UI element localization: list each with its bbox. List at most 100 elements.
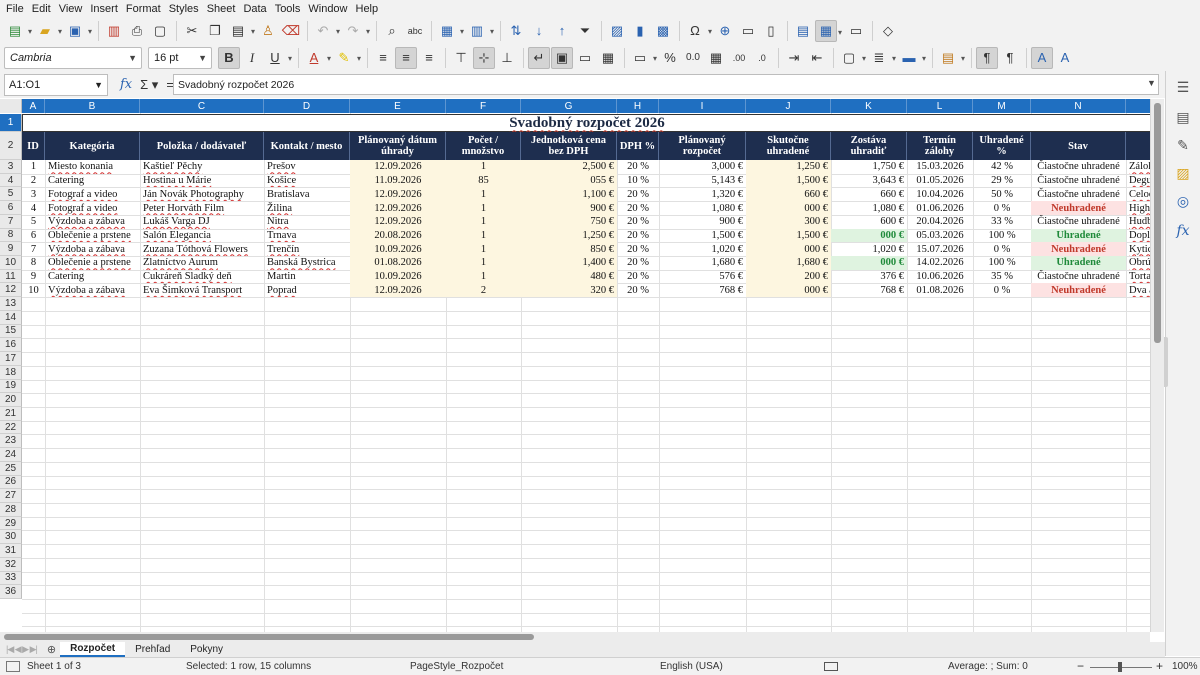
- header-cell[interactable]: Termín zálohy: [907, 132, 973, 160]
- table-cell[interactable]: 750 €: [521, 214, 617, 229]
- save-icon[interactable]: ▣: [64, 20, 92, 42]
- table-cell[interactable]: 900 €: [521, 201, 617, 215]
- table-cell[interactable]: 10: [22, 283, 45, 297]
- center-vertically-icon[interactable]: ⊹: [473, 46, 495, 69]
- sort-ascending-icon[interactable]: ↓: [528, 20, 550, 42]
- table-cell[interactable]: 12.09.2026: [350, 160, 446, 174]
- horizontal-scrollbar[interactable]: [0, 632, 1150, 642]
- table-cell[interactable]: Banská Bystrica: [264, 256, 350, 270]
- split-window-icon[interactable]: ▭: [845, 20, 867, 42]
- table-cell[interactable]: 8: [22, 256, 45, 270]
- align-center-icon[interactable]: ≡: [395, 46, 417, 69]
- column-header[interactable]: A: [22, 99, 45, 113]
- table-cell[interactable]: Výzdoba a zábava: [45, 242, 140, 256]
- align-bottom-icon[interactable]: ⊥: [496, 47, 518, 69]
- column-header[interactable]: B: [45, 99, 140, 113]
- increase-indent-icon[interactable]: ⇥: [783, 47, 805, 69]
- table-cell[interactable]: 1: [446, 187, 521, 202]
- table-cell[interactable]: 850 €: [521, 242, 617, 257]
- row-header[interactable]: 31: [0, 544, 22, 558]
- row-header[interactable]: 18: [0, 365, 22, 380]
- header-cell[interactable]: Plánovaný rozpočet: [659, 132, 746, 160]
- table-cell[interactable]: Uhradené: [1031, 256, 1126, 270]
- table-cell[interactable]: 000 €: [746, 242, 831, 257]
- font-color-icon[interactable]: A: [303, 47, 331, 69]
- table-cell[interactable]: Fotograf a video: [45, 187, 140, 201]
- table-cell[interactable]: 2: [446, 283, 521, 298]
- decrease-indent-icon[interactable]: ⇤: [806, 47, 828, 69]
- table-cell[interactable]: 300 €: [746, 214, 831, 229]
- tab-pokyny[interactable]: Pokyny: [180, 642, 233, 657]
- row-header[interactable]: 4: [0, 173, 22, 188]
- table-cell[interactable]: 600 €: [831, 215, 907, 229]
- font-name-box[interactable]: Cambria ▼: [4, 46, 142, 69]
- table-cell[interactable]: 1,750 €: [831, 160, 907, 174]
- row-header[interactable]: 24: [0, 448, 22, 462]
- row-header[interactable]: 22: [0, 420, 22, 435]
- table-cell[interactable]: 1: [446, 214, 521, 229]
- italic-icon[interactable]: I: [241, 47, 263, 69]
- tab-navigation-icon[interactable]: |◀ ◀ ▶ ▶|: [6, 644, 38, 655]
- show-draw-functions-icon[interactable]: ◇: [877, 20, 899, 42]
- export-pdf-icon[interactable]: ▥: [103, 20, 125, 42]
- header-cell[interactable]: Počet / množstvo: [446, 132, 521, 160]
- table-cell[interactable]: 1,320 €: [659, 187, 746, 201]
- number-format-icon[interactable]: 0.0: [682, 47, 704, 69]
- table-cell[interactable]: 1: [446, 269, 521, 284]
- menu-window[interactable]: Window: [306, 3, 353, 15]
- border-color-icon[interactable]: ▬: [898, 47, 927, 69]
- column-header[interactable]: L: [907, 99, 973, 113]
- right-to-left-icon[interactable]: ¶: [999, 47, 1021, 69]
- table-cell[interactable]: 768 €: [659, 283, 746, 297]
- table-cell[interactable]: 20 %: [617, 256, 659, 270]
- align-left-icon[interactable]: ≡: [372, 47, 394, 69]
- table-cell[interactable]: 1,080 €: [831, 201, 907, 215]
- column-icon[interactable]: ▥: [466, 20, 494, 42]
- table-cell[interactable]: 10.09.2026: [350, 242, 446, 257]
- table-cell[interactable]: 1,020 €: [659, 242, 746, 256]
- column-header[interactable]: J: [746, 99, 831, 113]
- table-cell[interactable]: Čiastočne uhradené: [1031, 270, 1126, 284]
- table-cell[interactable]: Catering: [45, 270, 140, 284]
- column-header[interactable]: [1126, 99, 1150, 113]
- table-cell[interactable]: 6: [22, 229, 45, 243]
- table-cell[interactable]: Martin: [264, 270, 350, 284]
- table-cell[interactable]: Kaštieľ Pěchy: [140, 160, 264, 174]
- headers-footers-icon[interactable]: ▯: [760, 20, 782, 42]
- column-header[interactable]: H: [617, 99, 659, 113]
- undo-icon[interactable]: ↶: [312, 20, 340, 42]
- table-cell[interactable]: Čiastočne uhradené: [1031, 160, 1126, 174]
- header-cell[interactable]: [1126, 132, 1150, 160]
- table-cell[interactable]: 1,250 €: [746, 160, 831, 174]
- table-cell[interactable]: Obrúč: [1126, 256, 1150, 270]
- row-header[interactable]: 16: [0, 338, 22, 353]
- table-cell[interactable]: 35 %: [973, 270, 1031, 284]
- table-cell[interactable]: Celod: [1126, 187, 1150, 201]
- wrap-text-icon[interactable]: ↵: [528, 46, 550, 69]
- table-cell[interactable]: 01.08.2026: [350, 256, 446, 270]
- row-header[interactable]: 26: [0, 475, 22, 490]
- navigator-icon[interactable]: ◎: [1173, 191, 1193, 211]
- insert-image-icon[interactable]: ▨: [606, 20, 628, 42]
- table-cell[interactable]: 20 %: [617, 270, 659, 284]
- table-cell[interactable]: 0 %: [973, 242, 1031, 256]
- row-header[interactable]: 1: [0, 114, 22, 132]
- table-cell[interactable]: 1,680 €: [659, 256, 746, 270]
- page-style[interactable]: PageStyle_Rozpočet: [410, 661, 503, 672]
- column-header[interactable]: N: [1031, 99, 1126, 113]
- menu-file[interactable]: File: [4, 3, 30, 15]
- header-cell[interactable]: Uhradené %: [973, 132, 1031, 160]
- table-cell[interactable]: 000 €: [746, 283, 831, 298]
- horizontal-scroll-thumb[interactable]: [4, 634, 534, 640]
- row-header[interactable]: 36: [0, 585, 22, 600]
- print-icon[interactable]: ⎙: [126, 20, 148, 42]
- header-cell[interactable]: Kontakt / mesto: [264, 132, 350, 160]
- table-cell[interactable]: Oblečenie a prstene: [45, 256, 140, 270]
- zoom-level[interactable]: 100%: [1172, 661, 1198, 672]
- table-cell[interactable]: 10.04.2026: [907, 187, 973, 201]
- table-cell[interactable]: 3,643 €: [831, 174, 907, 188]
- table-cell[interactable]: 1,680 €: [746, 256, 831, 270]
- pivot-table-icon[interactable]: ▩: [652, 20, 674, 42]
- table-cell[interactable]: Zlatníctvo Aurum: [140, 256, 264, 270]
- row-header[interactable]: 9: [0, 242, 22, 257]
